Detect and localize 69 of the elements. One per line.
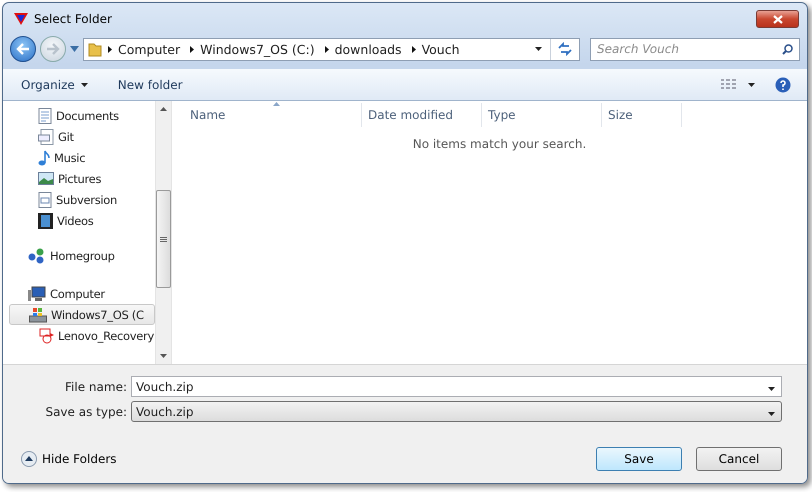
sidebar-item[interactable]: Homegroup bbox=[9, 245, 155, 266]
breadcrumb-item[interactable]: Computer bbox=[118, 42, 180, 56]
collapse-icon bbox=[21, 451, 37, 467]
chevron-right-icon bbox=[324, 46, 329, 52]
scrollbar[interactable] bbox=[155, 101, 172, 364]
column-header[interactable]: Size bbox=[602, 103, 682, 127]
view-options-button[interactable] bbox=[721, 79, 755, 90]
list-view-icon bbox=[721, 79, 736, 90]
drive-icon bbox=[38, 328, 54, 344]
sort-arrow-icon bbox=[272, 102, 280, 106]
breadcrumb-item[interactable]: downloads bbox=[334, 42, 402, 56]
hide-folders-button[interactable]: Hide Folders bbox=[21, 451, 582, 467]
sidebar-item[interactable]: Documents bbox=[9, 105, 155, 126]
document-icon bbox=[38, 192, 52, 208]
save-button[interactable]: Save bbox=[596, 447, 682, 471]
dropdown-arrow-icon[interactable] bbox=[70, 46, 79, 52]
film-strip-icon bbox=[38, 212, 53, 228]
cancel-button[interactable]: Cancel bbox=[696, 447, 782, 471]
caret-icon bbox=[768, 386, 775, 390]
scroll-up-icon bbox=[160, 107, 167, 111]
new-folder-button[interactable]: New folder bbox=[118, 78, 183, 92]
sidebar-item[interactable]: Subversion bbox=[9, 189, 155, 210]
caret-icon bbox=[748, 82, 755, 86]
caret-icon bbox=[80, 82, 88, 86]
field-label: Save as type: bbox=[44, 404, 128, 418]
sidebar-item[interactable]: Computer bbox=[9, 283, 155, 304]
refresh-icon[interactable] bbox=[557, 42, 573, 56]
forward-arrow-icon bbox=[46, 43, 60, 55]
breadcrumb-item[interactable]: Windows7_OS (C:) bbox=[200, 42, 315, 56]
picture-icon bbox=[38, 172, 54, 185]
chevron-right-icon bbox=[190, 46, 194, 52]
back-arrow-icon bbox=[16, 43, 30, 55]
chevron-right-icon bbox=[412, 46, 416, 52]
empty-message: No items match your search. bbox=[412, 137, 588, 151]
column-header[interactable]: Date modified bbox=[362, 103, 482, 127]
sidebar-item[interactable]: Pictures bbox=[9, 168, 155, 189]
folder-icon bbox=[88, 41, 102, 57]
sidebar-item[interactable]: Windows7_OS (C bbox=[9, 304, 155, 325]
drive-icon bbox=[29, 306, 47, 322]
breadcrumb-item[interactable]: Vouch bbox=[422, 42, 460, 56]
address-bar[interactable]: Computer Windows7_OS (C:) downloads Vouch bbox=[83, 38, 580, 60]
caret-icon bbox=[535, 47, 542, 51]
close-button[interactable] bbox=[756, 10, 799, 28]
sidebar-item[interactable]: Music bbox=[9, 147, 155, 168]
caret-icon bbox=[768, 412, 775, 416]
search-icon bbox=[782, 44, 793, 54]
music-note-icon bbox=[38, 150, 50, 166]
document-icon bbox=[38, 108, 52, 124]
app-icon bbox=[14, 12, 28, 26]
help-icon[interactable] bbox=[775, 76, 791, 92]
network-icon bbox=[28, 248, 46, 264]
sidebar-item[interactable]: Lenovo_Recovery bbox=[9, 325, 155, 346]
search-field[interactable]: Search Vouch bbox=[590, 38, 800, 60]
file-icon bbox=[38, 128, 54, 144]
scroll-down-icon bbox=[160, 354, 167, 358]
file-type-dropdown[interactable]: Vouch.zip bbox=[131, 401, 782, 422]
grip-icon bbox=[160, 236, 167, 242]
field-label: File name: bbox=[64, 380, 128, 394]
window-title: Select Folder bbox=[34, 12, 113, 26]
sidebar-item[interactable]: Git bbox=[9, 126, 155, 147]
computer-icon bbox=[28, 286, 46, 302]
file-name-field[interactable]: Vouch.zip bbox=[131, 376, 782, 397]
column-header[interactable]: Name bbox=[184, 103, 362, 127]
organize-button[interactable]: Organize bbox=[21, 78, 88, 92]
chevron-right-icon bbox=[108, 46, 112, 52]
column-header[interactable]: Type bbox=[482, 103, 602, 127]
sidebar-item[interactable]: Videos bbox=[9, 210, 155, 231]
close-icon bbox=[772, 14, 782, 24]
back-button[interactable] bbox=[10, 36, 36, 62]
